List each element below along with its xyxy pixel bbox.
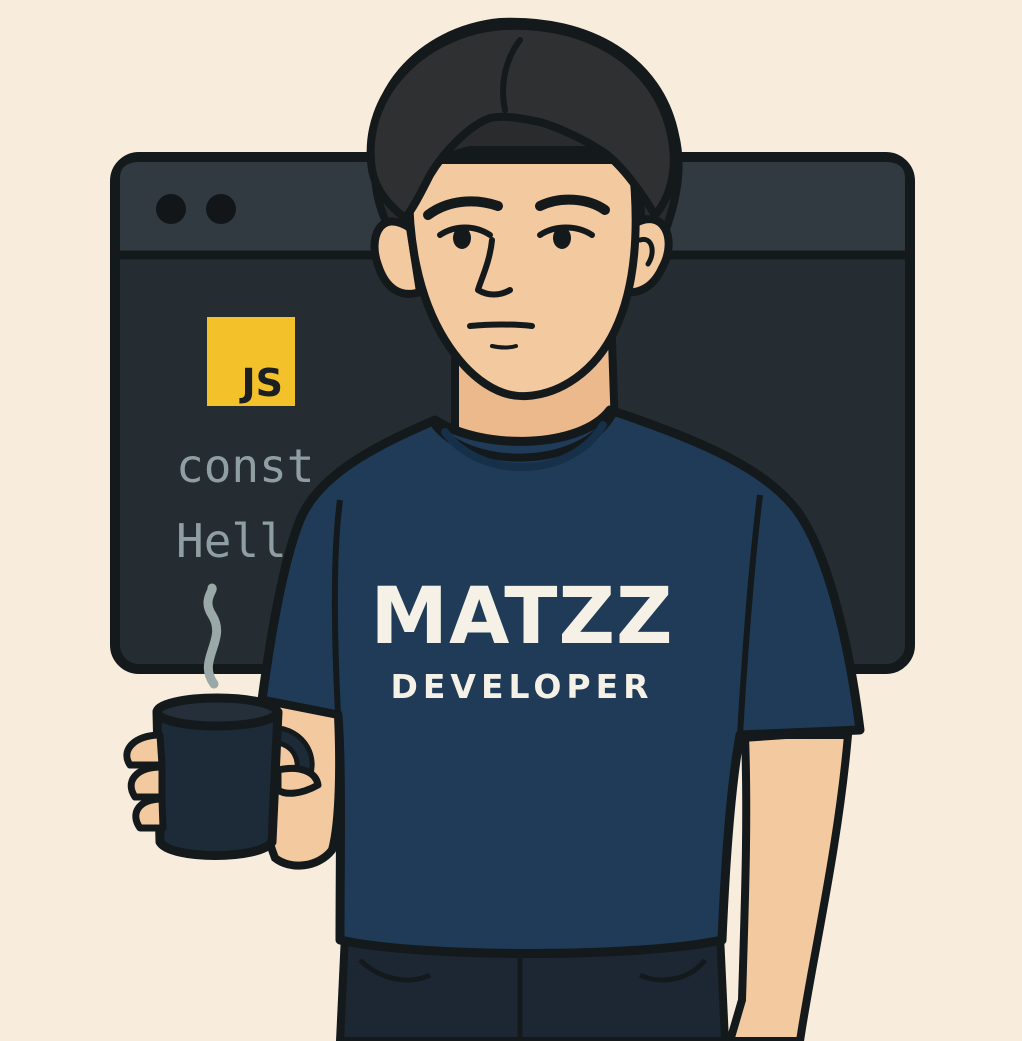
right-eye (553, 227, 571, 249)
shirt-subtitle: DEVELOPER (390, 667, 653, 706)
code-line: const (176, 439, 314, 493)
window-dot-icon (156, 194, 186, 224)
left-eye (453, 227, 471, 249)
developer-illustration: JS const Hello MATZZ DEVELOPER (0, 0, 1022, 1041)
chin-line (490, 344, 518, 350)
js-badge-label: JS (238, 361, 283, 405)
mouth (467, 321, 535, 329)
window-dot-icon (206, 194, 236, 224)
shirt-title: MATZZ (370, 572, 673, 662)
illustration-scene: JS const Hello MATZZ DEVELOPER (0, 0, 1022, 1041)
